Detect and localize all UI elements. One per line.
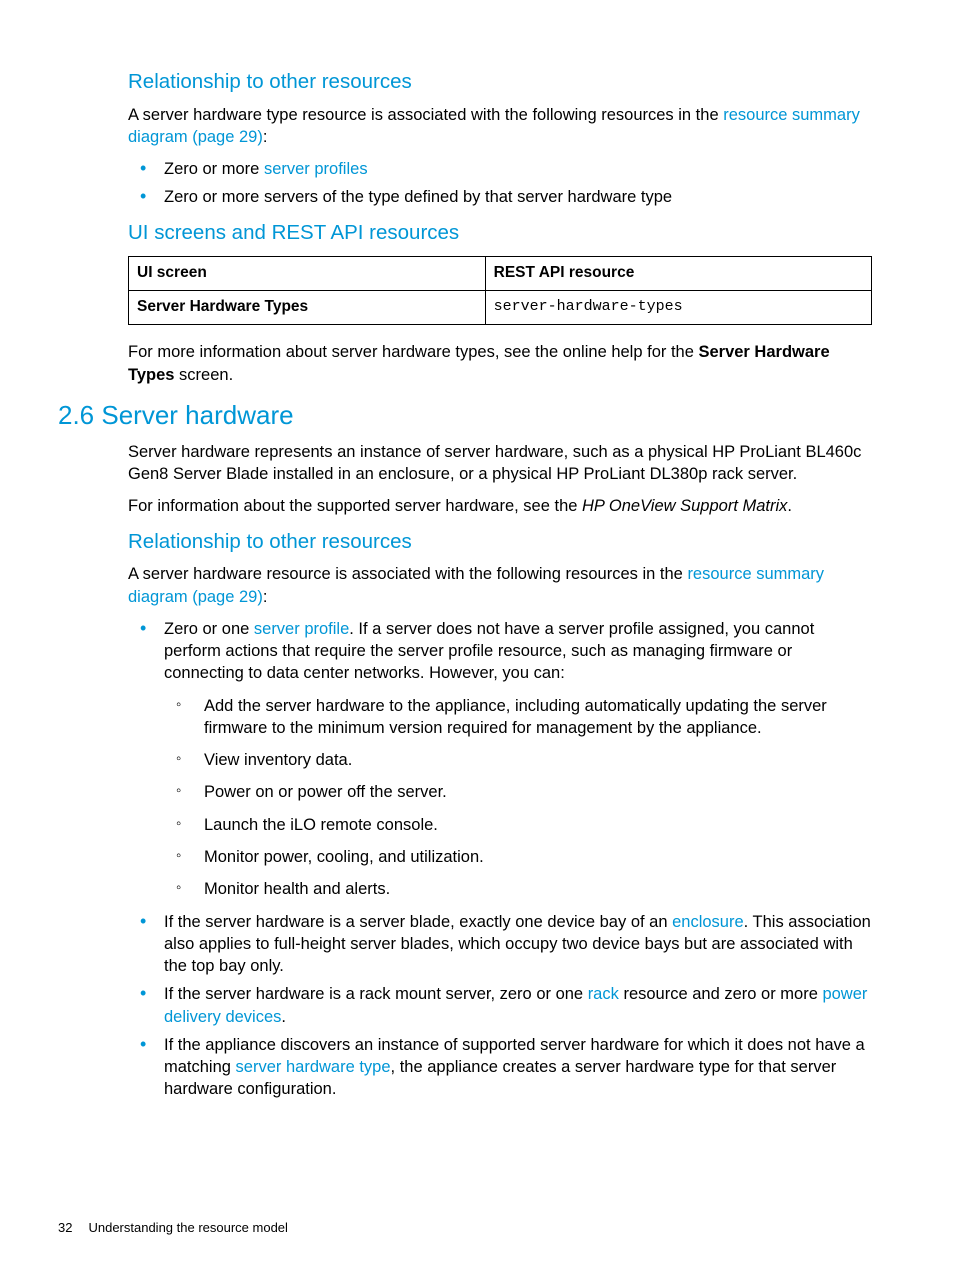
list-item: Add the server hardware to the appliance… — [204, 695, 872, 740]
text-italic: HP OneView Support Matrix — [582, 497, 787, 515]
list-item: Monitor health and alerts. — [204, 878, 872, 900]
para-more-info-sht: For more information about server hardwa… — [128, 341, 872, 386]
text: A server hardware type resource is assoc… — [128, 106, 723, 124]
list-sht-assoc: Zero or more server profiles Zero or mor… — [128, 158, 872, 209]
table-row: Server Hardware Types server-hardware-ty… — [129, 291, 872, 325]
list-item: If the appliance discovers an instance o… — [164, 1034, 872, 1101]
table-ui-rest: UI screen REST API resource Server Hardw… — [128, 256, 872, 325]
text: A server hardware resource is associated… — [128, 565, 687, 583]
page-number: 32 — [58, 1220, 72, 1235]
text: Zero or more — [164, 160, 264, 178]
sublist-actions: Add the server hardware to the appliance… — [164, 695, 872, 901]
para-sh-desc: Server hardware represents an instance o… — [128, 441, 872, 486]
list-item: Launch the iLO remote console. — [204, 814, 872, 836]
list-item: Power on or power off the server. — [204, 781, 872, 803]
heading-server-hardware: 2.6 Server hardware — [58, 398, 872, 433]
link-server-hardware-type[interactable]: server hardware type — [236, 1058, 391, 1076]
link-server-profiles[interactable]: server profiles — [264, 160, 368, 178]
list-item: View inventory data. — [204, 749, 872, 771]
link-rack[interactable]: rack — [588, 985, 619, 1003]
link-enclosure[interactable]: enclosure — [672, 913, 744, 931]
list-item: If the server hardware is a rack mount s… — [164, 983, 872, 1028]
th-rest-api: REST API resource — [485, 257, 871, 291]
td-ui-screen: Server Hardware Types — [129, 291, 486, 325]
list-item: If the server hardware is a server blade… — [164, 911, 872, 978]
text: For more information about server hardwa… — [128, 343, 698, 361]
list-item: Monitor power, cooling, and utilization. — [204, 846, 872, 868]
heading-ui-rest: UI screens and REST API resources — [128, 219, 872, 247]
text: resource and zero or more — [619, 985, 823, 1003]
text: If the server hardware is a rack mount s… — [164, 985, 588, 1003]
text: : — [263, 588, 268, 606]
heading-relationship-2: Relationship to other resources — [128, 528, 872, 556]
list-item: Zero or more server profiles — [164, 158, 872, 180]
text: If the server hardware is a server blade… — [164, 913, 672, 931]
table-header-row: UI screen REST API resource — [129, 257, 872, 291]
text: . — [787, 497, 792, 515]
para-sh-assoc: A server hardware resource is associated… — [128, 563, 872, 608]
th-ui-screen: UI screen — [129, 257, 486, 291]
text: : — [263, 128, 268, 146]
para-sht-assoc: A server hardware type resource is assoc… — [128, 104, 872, 149]
td-rest-api: server-hardware-types — [485, 291, 871, 325]
text: screen. — [174, 366, 233, 384]
list-item: Zero or one server profile. If a server … — [164, 618, 872, 901]
heading-relationship-1: Relationship to other resources — [128, 68, 872, 96]
para-sh-support: For information about the supported serv… — [128, 495, 872, 517]
link-server-profile[interactable]: server profile — [254, 620, 349, 638]
text: Zero or one — [164, 620, 254, 638]
text: For information about the supported serv… — [128, 497, 582, 515]
text: . — [281, 1008, 286, 1026]
list-item: Zero or more servers of the type defined… — [164, 186, 872, 208]
list-sh-assoc: Zero or one server profile. If a server … — [128, 618, 872, 1101]
footer-title: Understanding the resource model — [88, 1220, 287, 1235]
page-footer: 32 Understanding the resource model — [58, 1219, 288, 1237]
